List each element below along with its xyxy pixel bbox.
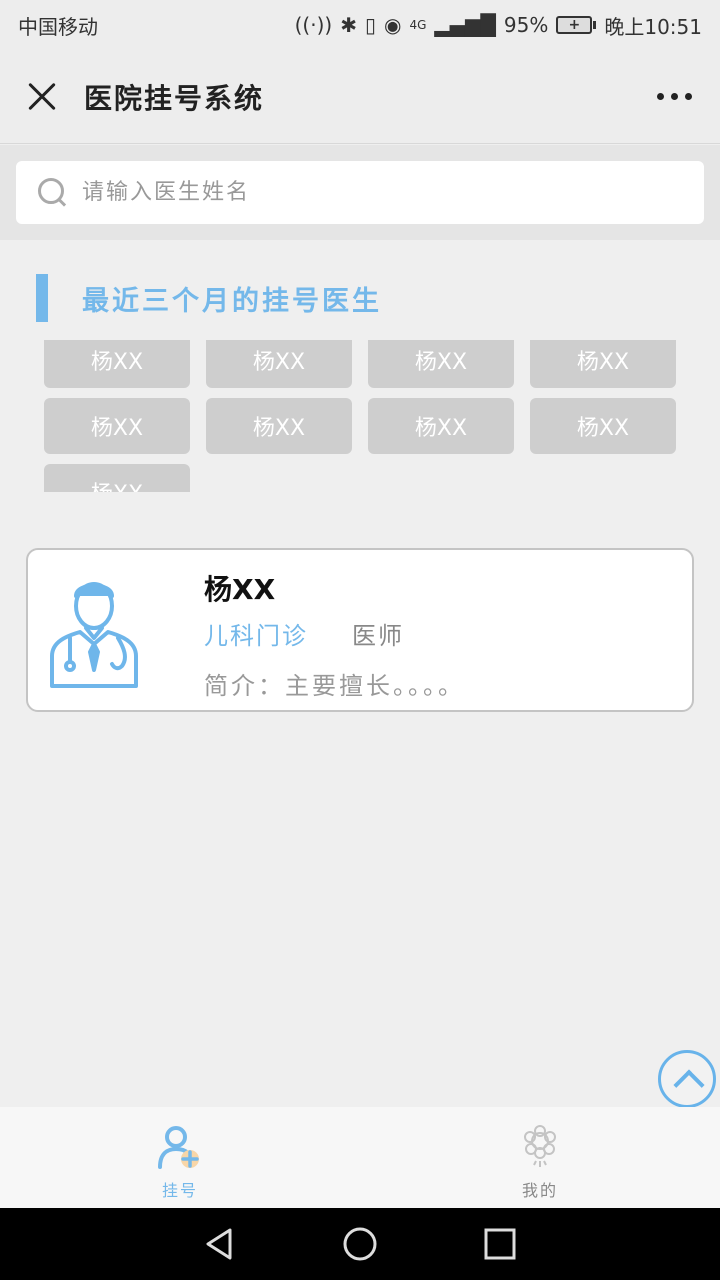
close-button[interactable] [22,77,62,117]
doctor-department: 儿科门诊 [204,622,308,650]
doctor-avatar-icon [50,582,138,688]
hotspot-icon: ((·)) [294,13,333,37]
doctor-card[interactable]: 杨XX 儿科门诊 医师 简介：主要擅长。。。。 [26,548,694,712]
tab-profile-label: 我的 [521,1181,558,1200]
section-title: 最近三个月的挂号医生 [82,285,382,317]
doctor-chip[interactable]: 杨XX [206,340,352,388]
eye-icon: ◉ [383,13,402,37]
back-icon[interactable] [202,1226,238,1262]
section-accent-bar [36,274,48,322]
battery-percent: 95% [503,13,549,37]
doctor-chip[interactable]: 杨XX [368,340,514,388]
register-icon [158,1126,199,1169]
search-box[interactable] [16,161,704,224]
recent-doctors-scroll[interactable]: 杨XX 杨XX 杨XX 杨XX 杨XX 杨XX 杨XX 杨XX 杨XX [44,340,684,492]
more-options-button[interactable] [651,83,698,110]
profile-icon [524,1125,556,1167]
back-to-top-button[interactable] [658,1050,716,1108]
doctor-chip[interactable]: 杨XX [44,398,190,454]
signal-icon: ▂▄▆█ [434,13,496,37]
doctor-chip[interactable]: 杨XX [44,340,190,388]
doctor-intro: 简介：主要擅长。。。。 [204,672,465,700]
tab-bar: 挂号 我的 [0,1107,720,1208]
status-icons: ((·)) ✱ ▯ ◉ 4G ▂▄▆█ 95% + 晚上10:51 [295,11,702,40]
home-icon[interactable] [342,1226,378,1262]
dot-icon [685,93,692,100]
dot-icon [657,93,664,100]
status-bar: 中国移动 ((·)) ✱ ▯ ◉ 4G ▂▄▆█ 95% + 晚上10:51 [0,0,720,50]
doctor-chip[interactable]: 杨XX [206,398,352,454]
recents-icon[interactable] [482,1226,518,1262]
doctor-chip[interactable]: 杨XX [44,464,190,492]
tab-register[interactable]: 挂号 [0,1107,360,1208]
doctor-chip[interactable]: 杨XX [530,398,676,454]
doctor-chip[interactable]: 杨XX [530,340,676,388]
search-icon [38,177,68,208]
battery-icon: + [556,16,597,34]
tab-register-label: 挂号 [161,1181,198,1200]
recent-doctors-header: 最近三个月的挂号医生 [36,274,382,322]
dot-icon [671,93,678,100]
clock: 晚上10:51 [604,14,702,39]
search-area [0,145,720,240]
doctor-title: 医师 [352,622,404,650]
system-nav-bar [0,1208,720,1280]
search-input[interactable] [82,180,642,205]
doctor-chip[interactable]: 杨XX [368,398,514,454]
vibrate-icon: ▯ [364,13,376,37]
nav-bar: 医院挂号系统 [0,50,720,144]
doctor-name: 杨XX [204,573,276,606]
recent-doctors-list: 杨XX 杨XX 杨XX 杨XX 杨XX 杨XX 杨XX 杨XX 杨XX [44,340,684,492]
bluetooth-icon: ✱ [340,13,357,37]
carrier-label: 中国移动 [18,14,98,39]
tab-profile[interactable]: 我的 [360,1107,720,1208]
network-type: 4G [409,18,427,32]
page-title: 医院挂号系统 [84,81,265,115]
